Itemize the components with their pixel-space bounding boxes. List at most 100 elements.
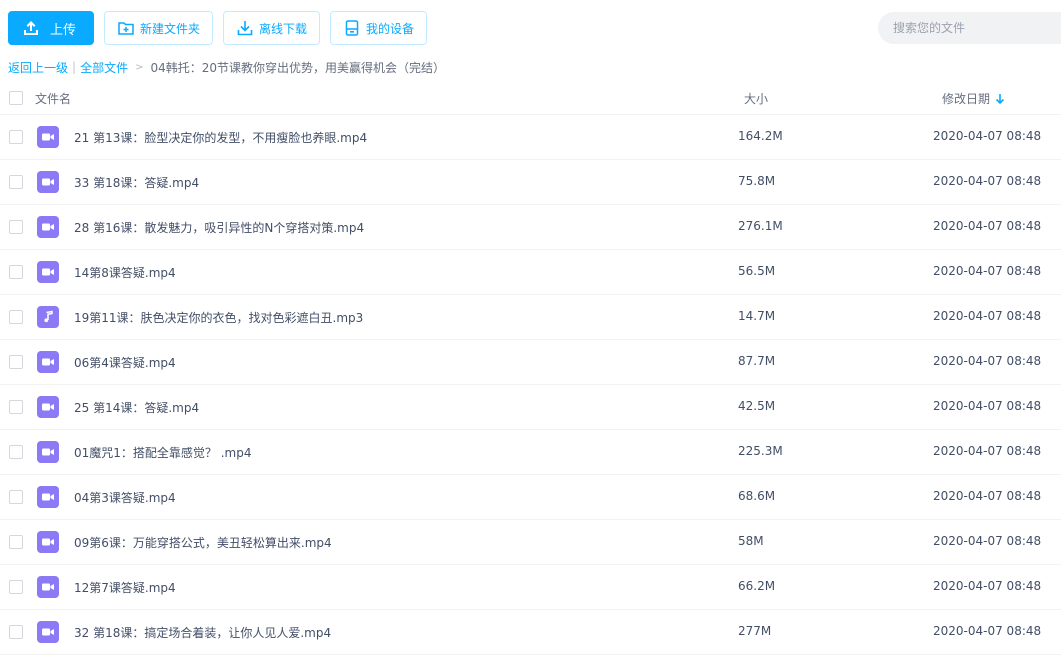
column-date-label: 修改日期	[942, 92, 991, 106]
table-row[interactable]: 19第11课：肤色决定你的衣色，找对色彩遮白丑.mp3 14.7M 2020-04-…	[0, 295, 1061, 340]
row-checkbox[interactable]	[9, 625, 23, 639]
video-file-icon	[37, 621, 59, 643]
new-folder-button[interactable]: 新建文件夹	[104, 11, 214, 45]
toolbar: 上传 新建文件夹 离线下载 我的设备	[8, 11, 428, 45]
table-row[interactable]: 06第4课答疑.mp4 87.7M 2020-04-07 08:48	[0, 340, 1061, 385]
video-file-icon	[37, 351, 59, 373]
file-size: 276.1M	[738, 219, 783, 233]
file-name[interactable]: 04第3课答疑.mp4	[74, 489, 176, 506]
video-file-icon	[37, 261, 59, 283]
table-row[interactable]: 01魔咒1：搭配全靠感觉？ .mp4 225.3M 2020-04-07 08:48	[0, 430, 1061, 475]
video-file-icon	[37, 441, 59, 463]
column-name[interactable]: 文件名	[35, 90, 71, 107]
file-date: 2020-04-07 08:48	[933, 309, 1042, 323]
table-row[interactable]: 32 第18课：搞定场合着装，让你人见人爱.mp4 277M 2020-04-07 …	[0, 610, 1061, 655]
file-size: 277M	[738, 624, 772, 638]
row-checkbox[interactable]	[9, 535, 23, 549]
file-date: 2020-04-07 08:48	[933, 354, 1042, 368]
file-name[interactable]: 01魔咒1：搭配全靠感觉？ .mp4	[74, 444, 251, 461]
table-row[interactable]: 09第6课：万能穿搭公式，美丑轻松算出来.mp4 58M 2020-04-07 08…	[0, 520, 1061, 565]
file-date: 2020-04-07 08:48	[933, 219, 1042, 233]
row-checkbox[interactable]	[9, 175, 23, 189]
table-row[interactable]: 12第7课答疑.mp4 66.2M 2020-04-07 08:48	[0, 565, 1061, 610]
audio-file-icon	[37, 306, 59, 328]
file-size: 164.2M	[738, 129, 783, 143]
current-folder: 04韩托：20节课教你穿出优势，用美赢得机会（完结）	[150, 60, 446, 75]
upload-icon	[22, 19, 40, 37]
my-devices-label: 我的设备	[366, 21, 415, 36]
table-row[interactable]: 25 第14课：答疑.mp4 42.5M 2020-04-07 08:48	[0, 385, 1061, 430]
row-checkbox[interactable]	[9, 580, 23, 594]
my-devices-button[interactable]: 我的设备	[330, 11, 428, 45]
table-row[interactable]: 33 第18课：答疑.mp4 75.8M 2020-04-07 08:48	[0, 160, 1061, 205]
file-name[interactable]: 32 第18课：搞定场合着装，让你人见人爱.mp4	[74, 624, 331, 641]
file-size: 66.2M	[738, 579, 776, 593]
file-list-header: 文件名 大小 修改日期	[0, 82, 1061, 115]
table-row[interactable]: 28 第16课：散发魅力，吸引异性的N个穿搭对策.mp4 276.1M 2020-0…	[0, 205, 1061, 250]
file-date: 2020-04-07 08:48	[933, 444, 1042, 458]
video-file-icon	[37, 216, 59, 238]
file-size: 58M	[738, 534, 764, 548]
breadcrumb-arrow: >	[135, 61, 144, 73]
row-checkbox[interactable]	[9, 355, 23, 369]
file-name[interactable]: 12第7课答疑.mp4	[74, 579, 176, 596]
table-row[interactable]: 21 第13课：脸型决定你的发型，不用瘦脸也养眼.mp4 164.2M 2020-0…	[0, 115, 1061, 160]
file-date: 2020-04-07 08:48	[933, 174, 1042, 188]
file-name[interactable]: 09第6课：万能穿搭公式，美丑轻松算出来.mp4	[74, 534, 332, 551]
file-name[interactable]: 19第11课：肤色决定你的衣色，找对色彩遮白丑.mp3	[74, 309, 363, 326]
file-name[interactable]: 33 第18课：答疑.mp4	[74, 174, 199, 191]
file-date: 2020-04-07 08:48	[933, 489, 1042, 503]
file-date: 2020-04-07 08:48	[933, 129, 1042, 143]
table-row[interactable]: 14第8课答疑.mp4 56.5M 2020-04-07 08:48	[0, 250, 1061, 295]
row-checkbox[interactable]	[9, 400, 23, 414]
file-size: 56.5M	[738, 264, 776, 278]
file-date: 2020-04-07 08:48	[933, 534, 1042, 548]
video-file-icon	[37, 576, 59, 598]
upload-label: 上传	[50, 22, 77, 38]
file-date: 2020-04-07 08:48	[933, 264, 1042, 278]
new-folder-icon	[117, 19, 135, 37]
file-size: 87.7M	[738, 354, 776, 368]
row-checkbox[interactable]	[9, 220, 23, 234]
file-name[interactable]: 14第8课答疑.mp4	[74, 264, 176, 281]
offline-download-label: 离线下载	[259, 21, 308, 36]
video-file-icon	[37, 531, 59, 553]
file-date: 2020-04-07 08:48	[933, 579, 1042, 593]
file-name[interactable]: 06第4课答疑.mp4	[74, 354, 176, 371]
video-file-icon	[37, 486, 59, 508]
file-name[interactable]: 28 第16课：散发魅力，吸引异性的N个穿搭对策.mp4	[74, 219, 364, 236]
column-date[interactable]: 修改日期	[942, 90, 1005, 107]
file-date: 2020-04-07 08:48	[933, 399, 1042, 413]
video-file-icon	[37, 126, 59, 148]
search-input[interactable]	[878, 12, 1061, 44]
select-all-checkbox[interactable]	[9, 91, 23, 105]
file-size: 225.3M	[738, 444, 783, 458]
file-name[interactable]: 21 第13课：脸型决定你的发型，不用瘦脸也养眼.mp4	[74, 129, 367, 146]
row-checkbox[interactable]	[9, 445, 23, 459]
file-name[interactable]: 25 第14课：答疑.mp4	[74, 399, 199, 416]
file-size: 42.5M	[738, 399, 776, 413]
upload-button[interactable]: 上传	[8, 11, 94, 45]
back-link[interactable]: 返回上一级	[8, 59, 68, 76]
breadcrumb: 返回上一级 | 全部文件 > 04韩托：20节课教你穿出优势，用美赢得机会（完结…	[8, 59, 445, 75]
file-date: 2020-04-07 08:48	[933, 624, 1042, 638]
column-size[interactable]: 大小	[744, 90, 768, 107]
breadcrumb-separator: |	[72, 60, 77, 74]
file-size: 75.8M	[738, 174, 776, 188]
all-files-link[interactable]: 全部文件	[80, 59, 128, 76]
table-row[interactable]: 04第3课答疑.mp4 68.6M 2020-04-07 08:48	[0, 475, 1061, 520]
row-checkbox[interactable]	[9, 490, 23, 504]
download-icon	[236, 19, 254, 37]
new-folder-label: 新建文件夹	[140, 21, 201, 36]
row-checkbox[interactable]	[9, 265, 23, 279]
video-file-icon	[37, 171, 59, 193]
file-size: 14.7M	[738, 309, 776, 323]
file-size: 68.6M	[738, 489, 776, 503]
device-icon	[343, 19, 361, 37]
sort-down-icon	[995, 93, 1005, 104]
file-list: 21 第13课：脸型决定你的发型，不用瘦脸也养眼.mp4 164.2M 2020-0…	[0, 115, 1061, 655]
row-checkbox[interactable]	[9, 130, 23, 144]
offline-download-button[interactable]: 离线下载	[223, 11, 321, 45]
row-checkbox[interactable]	[9, 310, 23, 324]
video-file-icon	[37, 396, 59, 418]
